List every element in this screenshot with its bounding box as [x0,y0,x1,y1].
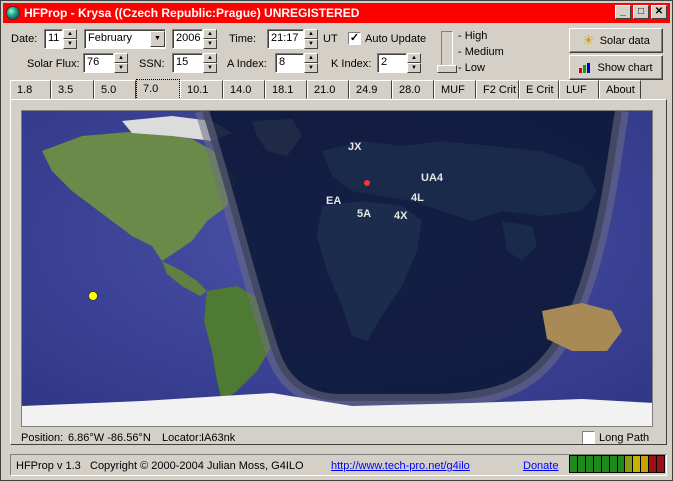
tab-f2-crit[interactable]: F2 Crit [476,80,519,99]
map-label-5a: 5A [357,208,371,220]
donate-link[interactable]: Donate [523,460,558,472]
long-path-checkbox[interactable] [582,431,595,444]
tab-21.0[interactable]: 21.0 [307,80,349,99]
ut-label: UT [323,33,338,45]
close-button[interactable]: ✕ [651,5,667,19]
title-bar[interactable]: HFProp - Krysa ((Czech Republic:Prague) … [3,3,670,23]
tab-14.0[interactable]: 14.0 [223,80,265,99]
frequency-tabs: 1.8 3.5 5.0 7.0 10.1 14.0 18.1 21.0 24.9… [10,79,641,100]
chevron-down-icon[interactable]: ▼ [150,31,165,47]
year-field[interactable]: 2006 [172,29,203,49]
tab-e-crit[interactable]: E Crit [519,80,559,99]
level-medium-label: - Medium [458,46,504,58]
time-spinner[interactable]: ▲ ▼ [304,29,318,49]
tab-muf[interactable]: MUF [434,80,476,99]
world-map[interactable]: JX UA4 EA 4L 5A 4X [21,110,653,427]
solar-data-label: Solar data [599,34,650,47]
position-label: Position: [21,432,64,444]
signal-meter [569,455,665,473]
tab-luf[interactable]: LUF [559,80,599,99]
date-label: Date: [11,33,38,45]
maximize-button[interactable]: □ [633,5,649,19]
map-label-4l: 4L [411,192,424,204]
sun-icon: ☀ [582,32,595,48]
tab-about[interactable]: About [599,80,641,99]
time-label: Time: [229,33,257,45]
tab-1.8[interactable]: 1.8 [10,80,51,99]
tab-3.5[interactable]: 3.5 [51,80,94,99]
version-text: HFProp v 1.3 [16,460,81,472]
long-path-label: Long Path [599,432,650,444]
level-low-label: - Low [458,62,485,74]
tab-24.9[interactable]: 24.9 [349,80,392,99]
time-field[interactable]: 21:17 [267,29,304,49]
tab-5.0[interactable]: 5.0 [94,80,136,99]
tab-18.1[interactable]: 18.1 [265,80,307,99]
globe-icon [6,6,20,20]
auto-update-label: Auto Update [365,33,427,45]
position-marker[interactable] [88,291,98,301]
k-index-field[interactable]: 2 [377,53,407,73]
a-index-spinner[interactable]: ▲ ▼ [304,53,318,73]
solar-flux-spinner[interactable]: ▲ ▼ [114,53,128,73]
map-label-jx: JX [348,141,362,153]
tab-7.0[interactable]: 7.0 [136,79,180,100]
k-index-label: K Index: [331,58,372,70]
solar-flux-label: Solar Flux: [27,58,80,70]
level-high-label: - High [458,30,488,42]
minimize-button[interactable]: _ [615,5,631,19]
level-slider-thumb[interactable] [437,65,457,73]
map-label-ea: EA [326,195,341,207]
solar-data-button[interactable]: ☀ Solar data [569,28,663,53]
tab-10.1[interactable]: 10.1 [180,80,223,99]
chart-icon [579,62,592,73]
a-index-label: A Index: [227,58,267,70]
auto-update-checkbox[interactable]: ✓ [348,32,361,45]
day-spinner[interactable]: ▲ ▼ [63,29,77,49]
ssn-spinner[interactable]: ▲ ▼ [203,53,217,73]
k-index-spinner[interactable]: ▲ ▼ [407,53,421,73]
show-chart-button[interactable]: Show chart [569,55,663,80]
website-link[interactable]: http://www.tech-pro.net/g4ilo [331,460,470,472]
a-index-field[interactable]: 8 [275,53,304,73]
month-value: February [88,32,133,44]
ssn-field[interactable]: 15 [172,53,203,73]
locator-value: IA63nk [201,432,236,444]
app-window: HFProp - Krysa ((Czech Republic:Prague) … [0,0,673,481]
propagation-map-svg: JX UA4 EA 4L 5A 4X [22,111,652,426]
locator-label: Locator: [162,432,202,444]
year-spinner[interactable]: ▲ ▼ [203,29,217,49]
position-value: 6.86°W -86.56°N [68,432,151,444]
copyright-text: Copyright © 2000-2004 Julian Moss, G4ILO [90,460,304,472]
tab-28.0[interactable]: 28.0 [392,80,434,99]
ssn-label: SSN: [139,58,165,70]
day-field[interactable]: 11 [44,29,63,49]
show-chart-label: Show chart [597,61,653,74]
map-label-4x: 4X [394,210,408,222]
map-label-ua4: UA4 [421,172,444,184]
window-title: HFProp - Krysa ((Czech Republic:Prague) … [24,6,360,20]
solar-flux-field[interactable]: 76 [83,53,114,73]
